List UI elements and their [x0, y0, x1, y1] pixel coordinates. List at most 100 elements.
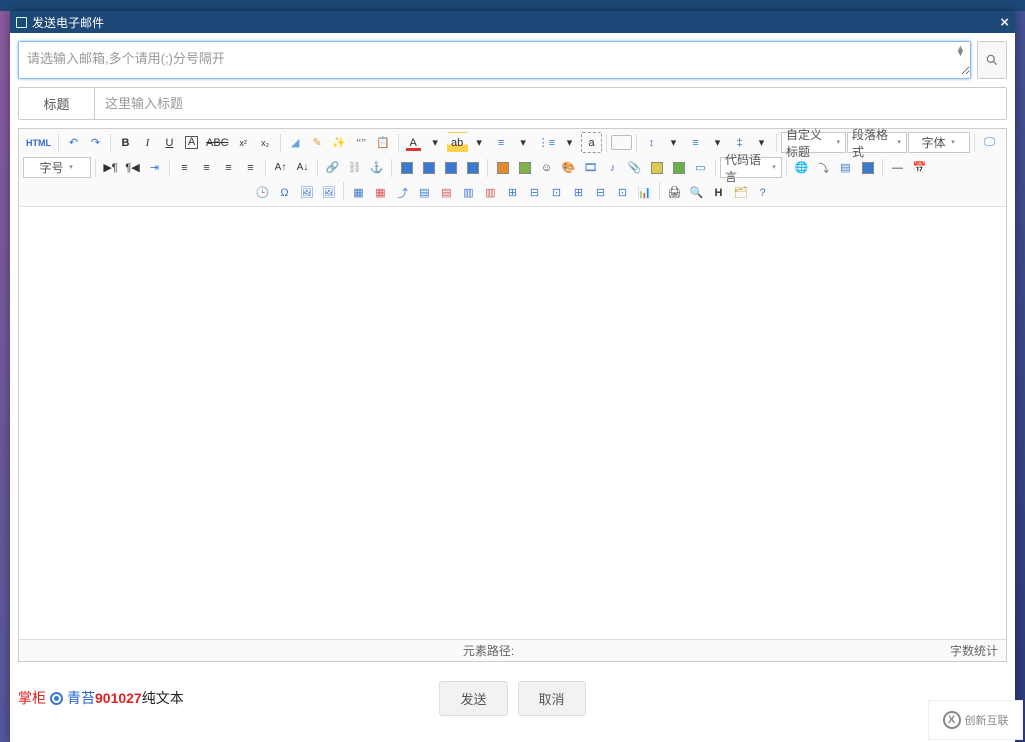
date-button[interactable]: 📅: [909, 157, 930, 178]
deletecol-button[interactable]: ▥: [480, 182, 501, 203]
unlink-button[interactable]: ⛓: [344, 157, 365, 178]
codelang-dropdown[interactable]: 代码语言▾: [720, 157, 782, 178]
eraser-button[interactable]: ◢: [285, 132, 306, 153]
indent-button[interactable]: ⇥: [144, 157, 165, 178]
underline-button[interactable]: U: [159, 132, 180, 153]
gmap-button[interactable]: [668, 157, 689, 178]
palette-button[interactable]: 🎨: [558, 157, 579, 178]
source-button[interactable]: HTML: [23, 132, 54, 153]
insertvideo-button[interactable]: 🎞: [580, 157, 601, 178]
mergedown-button[interactable]: ⊡: [546, 182, 567, 203]
search-recipients-button[interactable]: [977, 41, 1007, 79]
rowspacing-button[interactable]: ↕: [641, 132, 662, 153]
forecolor-dropdown[interactable]: ▾: [425, 132, 446, 153]
touppercase-button[interactable]: A↑: [270, 157, 291, 178]
watermark: X 创新互联: [928, 700, 1023, 740]
insertimage-button[interactable]: [492, 157, 513, 178]
wordimage-button[interactable]: 🖼: [318, 182, 339, 203]
charts-button[interactable]: 📊: [634, 182, 655, 203]
fullscreen-button[interactable]: 🖵: [979, 132, 1000, 153]
formatbrush-button[interactable]: ✎: [307, 132, 328, 153]
help-button[interactable]: ?: [752, 182, 773, 203]
align-justify-button[interactable]: ≡: [240, 157, 261, 178]
imgfloat-right-button[interactable]: [418, 157, 439, 178]
emotion-button[interactable]: ☺: [536, 157, 557, 178]
customstyle-dropdown[interactable]: 自定义标题▾: [781, 132, 846, 153]
deletetable-button[interactable]: ▦: [370, 182, 391, 203]
searchreplace-button[interactable]: H: [708, 182, 729, 203]
overlay-blue: 青苔: [67, 688, 95, 708]
paragraph-dropdown[interactable]: 段落格式▾: [847, 132, 907, 153]
backcolor-button[interactable]: ab: [447, 132, 468, 153]
fontborder-button[interactable]: A: [181, 132, 202, 153]
template-button[interactable]: ▤: [835, 157, 856, 178]
blockquote-button[interactable]: “”: [351, 132, 372, 153]
rowspacing-dropdown[interactable]: ▾: [663, 132, 684, 153]
inserttable-button[interactable]: ▦: [348, 182, 369, 203]
fontsize-dropdown[interactable]: 字号▾: [23, 157, 91, 178]
element-path-label: 元素路径:: [27, 642, 950, 659]
forecolor-button[interactable]: A: [403, 132, 424, 153]
align-left-button[interactable]: ≡: [174, 157, 195, 178]
ordered-list-dropdown[interactable]: ▾: [513, 132, 534, 153]
close-button[interactable]: ×: [1000, 14, 1009, 31]
autotypeset-button[interactable]: ✨: [329, 132, 350, 153]
imgfloat-left-button[interactable]: [396, 157, 417, 178]
imgfloat-none-button[interactable]: [440, 157, 461, 178]
tolowercase-button[interactable]: A↓: [292, 157, 313, 178]
pagebreak-button[interactable]: ⤵: [813, 157, 834, 178]
preview-button[interactable]: 🔍: [686, 182, 707, 203]
scrawl-button[interactable]: [514, 157, 535, 178]
mergecells-button[interactable]: ⊞: [502, 182, 523, 203]
selectall-button[interactable]: a: [581, 132, 602, 153]
anchor-button[interactable]: ⚓: [366, 157, 387, 178]
snapscreen-button[interactable]: 🖼: [296, 182, 317, 203]
page-button[interactable]: [611, 135, 632, 150]
send-button[interactable]: 发送: [439, 681, 507, 716]
align-center-button[interactable]: ≡: [196, 157, 217, 178]
background-button[interactable]: [857, 157, 878, 178]
link-button[interactable]: 🔗: [322, 157, 343, 178]
rtl-button[interactable]: ¶◀: [122, 157, 143, 178]
editor-content-area[interactable]: [19, 207, 1006, 639]
fontfamily-dropdown[interactable]: 字体▾: [908, 132, 970, 153]
ordered-list-button[interactable]: ≡: [491, 132, 512, 153]
undo-button[interactable]: ↶: [63, 132, 84, 153]
strikethrough-button[interactable]: ABC: [203, 132, 232, 153]
insertrow-button[interactable]: ▤: [414, 182, 435, 203]
subject-input[interactable]: [95, 88, 1006, 119]
map-button[interactable]: [646, 157, 667, 178]
ltr-button[interactable]: ▶¶: [100, 157, 121, 178]
superscript-button[interactable]: x²: [233, 132, 254, 153]
recipients-input[interactable]: [19, 42, 970, 75]
subscript-button[interactable]: x₂: [255, 132, 276, 153]
backcolor-dropdown[interactable]: ▾: [469, 132, 490, 153]
bold-button[interactable]: B: [115, 132, 136, 153]
word-count-label[interactable]: 字数统计: [950, 642, 998, 659]
insertcol-button[interactable]: ▥: [458, 182, 479, 203]
drafts-button[interactable]: 🗂: [730, 182, 751, 203]
align-right-button[interactable]: ≡: [218, 157, 239, 178]
time-button[interactable]: 🕒: [252, 182, 273, 203]
unordered-list-button[interactable]: ⋮≡: [535, 132, 558, 153]
pasteplain-button[interactable]: 📋: [373, 132, 394, 153]
webapp-button[interactable]: 🌐: [791, 157, 812, 178]
cancel-button[interactable]: 取消: [518, 681, 586, 716]
imgfloat-center-button[interactable]: [462, 157, 483, 178]
splittocols-button[interactable]: ⊡: [612, 182, 633, 203]
splittorows-button[interactable]: ⊟: [590, 182, 611, 203]
lineheight-button[interactable]: ≡: [685, 132, 706, 153]
mergeright-button[interactable]: ⊟: [524, 182, 545, 203]
insertparagraphbefore-button[interactable]: ⤴: [392, 182, 413, 203]
insertframe-button[interactable]: ▭: [690, 157, 711, 178]
music-button[interactable]: ♪: [602, 157, 623, 178]
unordered-list-dropdown[interactable]: ▾: [559, 132, 580, 153]
deleterow-button[interactable]: ▤: [436, 182, 457, 203]
print-button[interactable]: 🖨: [664, 182, 685, 203]
attachment-button[interactable]: 📎: [624, 157, 645, 178]
horizontal-rule-button[interactable]: —: [887, 157, 908, 178]
spechars-button[interactable]: Ω: [274, 182, 295, 203]
italic-button[interactable]: I: [137, 132, 158, 153]
redo-button[interactable]: ↷: [85, 132, 106, 153]
splittocells-button[interactable]: ⊞: [568, 182, 589, 203]
